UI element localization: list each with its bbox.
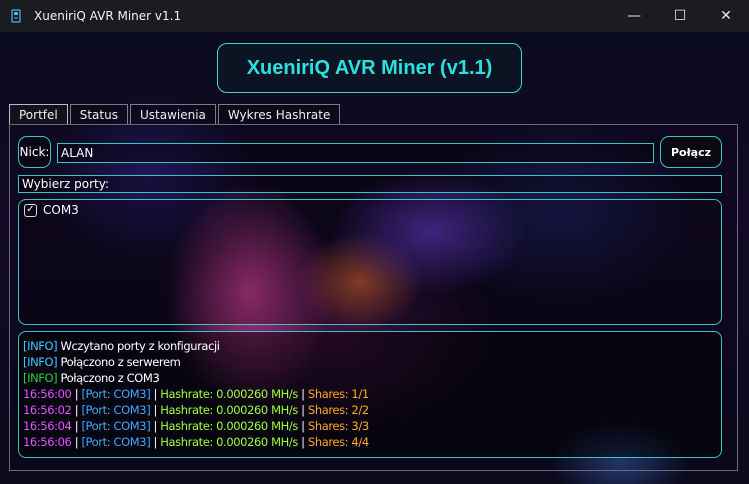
log-separator: | (71, 435, 82, 449)
log-line-mining: 16:56:06 | [Port: COM3] | Hashrate: 0.00… (23, 434, 717, 450)
tab-portfel[interactable]: Portfel (9, 104, 68, 124)
log-separator: | (150, 403, 161, 417)
log-shares: Shares: 2/2 (307, 403, 369, 417)
log-separator: | (150, 435, 161, 449)
log-separator: | (297, 403, 308, 417)
tab-bar: Portfel Status Ustawienia Wykres Hashrat… (9, 104, 342, 124)
minimize-icon[interactable]: — (611, 0, 657, 32)
log-time: 16:56:00 (23, 387, 72, 401)
app-window: XueniriQ AVR Miner v1.1 — ☐ ✕ XueniriQ A… (0, 0, 749, 484)
log-tag: [INFO] (23, 355, 58, 369)
nick-input[interactable] (57, 143, 654, 163)
title-bar: XueniriQ AVR Miner v1.1 — ☐ ✕ (0, 0, 749, 32)
window-title: XueniriQ AVR Miner v1.1 (34, 9, 182, 23)
app-icon (8, 8, 24, 24)
window-controls: — ☐ ✕ (611, 0, 749, 32)
log-shares: Shares: 3/3 (307, 419, 369, 433)
log-separator: | (71, 419, 82, 433)
nick-label: Nick: (18, 136, 51, 168)
log-separator: | (297, 435, 308, 449)
log-port: [Port: COM3] (81, 387, 151, 401)
log-time: 16:56:02 (23, 403, 72, 417)
log-time: 16:56:04 (23, 419, 72, 433)
ports-list[interactable]: ✓ COM3 (18, 199, 722, 325)
log-separator: | (297, 387, 308, 401)
log-separator: | (150, 387, 161, 401)
log-line: [INFO] Połączono z serwerem (23, 354, 717, 370)
log-separator: | (71, 387, 82, 401)
maximize-icon[interactable]: ☐ (657, 0, 703, 32)
tab-wykres-hashrate[interactable]: Wykres Hashrate (217, 104, 341, 124)
log-separator: | (150, 419, 161, 433)
log-hashrate: Hashrate: 0.000260 MH/s (160, 387, 298, 401)
log-hashrate: Hashrate: 0.000260 MH/s (160, 419, 298, 433)
log-port: [Port: COM3] (81, 403, 151, 417)
log-line-mining: 16:56:04 | [Port: COM3] | Hashrate: 0.00… (23, 418, 717, 434)
port-name: COM3 (43, 203, 79, 217)
log-shares: Shares: 1/1 (307, 387, 369, 401)
log-time: 16:56:06 (23, 435, 72, 449)
log-line-mining: 16:56:00 | [Port: COM3] | Hashrate: 0.00… (23, 386, 717, 402)
tab-status[interactable]: Status (69, 104, 128, 124)
log-text: Wczytano porty z konfiguracji (60, 339, 220, 353)
checkbox-checked-icon[interactable]: ✓ (24, 203, 37, 217)
log-hashrate: Hashrate: 0.000260 MH/s (160, 403, 298, 417)
close-icon[interactable]: ✕ (703, 0, 749, 32)
log-text: Połączono z serwerem (60, 355, 181, 369)
log-shares: Shares: 4/4 (307, 435, 369, 449)
tab-ustawienia[interactable]: Ustawienia (129, 104, 216, 124)
ports-label: Wybierz porty: (18, 175, 722, 193)
log-text: Połączono z COM3 (60, 371, 160, 385)
log-tag: [INFO] (23, 339, 58, 353)
log-line: [INFO] Wczytano porty z konfiguracji (23, 338, 717, 354)
log-hashrate: Hashrate: 0.000260 MH/s (160, 435, 298, 449)
connect-button[interactable]: Połącz (660, 136, 722, 168)
log-separator: | (297, 419, 308, 433)
log-port: [Port: COM3] (81, 435, 151, 449)
log-separator: | (71, 403, 82, 417)
app-header-title: XueniriQ AVR Miner (v1.1) (217, 43, 522, 93)
log-output[interactable]: [INFO] Wczytano porty z konfiguracji [IN… (18, 331, 722, 458)
log-line: [INFO] Połączono z COM3 (23, 370, 717, 386)
log-tag: [INFO] (23, 371, 58, 385)
log-port: [Port: COM3] (81, 419, 151, 433)
log-line-mining: 16:56:02 | [Port: COM3] | Hashrate: 0.00… (23, 402, 717, 418)
port-item-com3[interactable]: ✓ COM3 (24, 203, 79, 217)
